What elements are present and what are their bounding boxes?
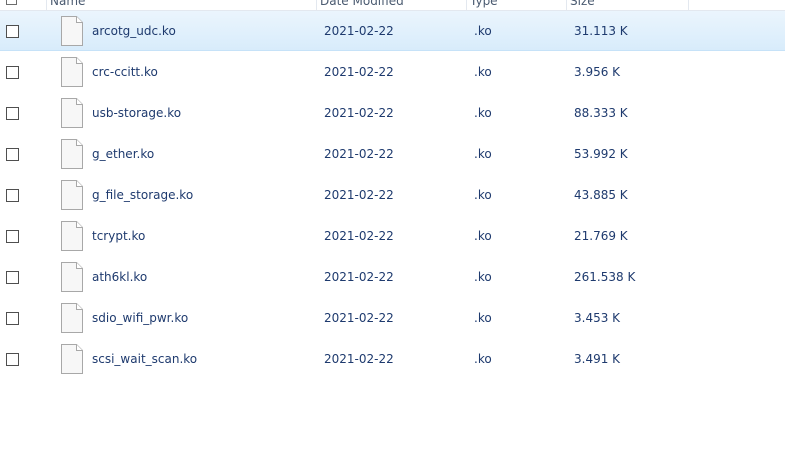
file-icon — [61, 16, 83, 46]
file-name: sdio_wifi_pwr.ko — [92, 311, 189, 325]
file-type: .ko — [474, 270, 492, 284]
file-row[interactable]: tcrypt.ko 2021-02-22 .ko 21.769 K — [0, 216, 785, 257]
file-type: .ko — [474, 311, 492, 325]
file-size: 261.538 K — [574, 270, 636, 284]
column-divider[interactable] — [466, 0, 467, 10]
row-checkbox[interactable] — [6, 107, 19, 120]
column-divider[interactable] — [316, 0, 317, 10]
file-row[interactable]: arcotg_udc.ko 2021-02-22 .ko 31.113 K — [0, 11, 785, 51]
file-list: Name Date Modified Type Size arcotg_udc.… — [0, 0, 785, 454]
file-size: 3.453 K — [574, 311, 621, 325]
row-checkbox[interactable] — [6, 25, 19, 38]
file-name: arcotg_udc.ko — [92, 24, 176, 38]
file-date-modified: 2021-02-22 — [324, 311, 394, 325]
file-type: .ko — [474, 65, 492, 79]
file-name: g_ether.ko — [92, 147, 155, 161]
column-header-date[interactable]: Date Modified — [318, 0, 404, 10]
column-header-size[interactable]: Size — [568, 0, 595, 10]
file-type: .ko — [474, 229, 492, 243]
file-size: 53.992 K — [574, 147, 628, 161]
file-date-modified: 2021-02-22 — [324, 106, 394, 120]
file-size: 21.769 K — [574, 229, 628, 243]
file-rows: arcotg_udc.ko 2021-02-22 .ko 31.113 K crc-cc… — [0, 11, 785, 380]
file-row[interactable]: sdio_wifi_pwr.ko 2021-02-22 .ko 3.453 K — [0, 298, 785, 339]
file-size: 88.333 K — [574, 106, 628, 120]
file-type: .ko — [474, 188, 492, 202]
column-header-name[interactable]: Name — [48, 0, 85, 10]
column-divider[interactable] — [46, 0, 47, 10]
row-checkbox[interactable] — [6, 66, 19, 79]
row-checkbox[interactable] — [6, 271, 19, 284]
file-size: 31.113 K — [574, 24, 628, 38]
file-icon — [61, 180, 83, 210]
file-row[interactable]: crc-ccitt.ko 2021-02-22 .ko 3.956 K — [0, 52, 785, 93]
file-name: g_file_storage.ko — [92, 188, 194, 202]
row-checkbox[interactable] — [6, 353, 19, 366]
row-checkbox[interactable] — [6, 312, 19, 325]
file-date-modified: 2021-02-22 — [324, 352, 394, 366]
select-all-checkbox[interactable] — [6, 0, 17, 5]
file-name: usb-storage.ko — [92, 106, 182, 120]
file-icon — [61, 57, 83, 87]
file-name: tcrypt.ko — [92, 229, 146, 243]
file-date-modified: 2021-02-22 — [324, 65, 394, 79]
column-divider[interactable] — [688, 0, 689, 10]
file-name: crc-ccitt.ko — [92, 65, 158, 79]
file-row[interactable]: g_ether.ko 2021-02-22 .ko 53.992 K — [0, 134, 785, 175]
column-header-type[interactable]: Type — [468, 0, 498, 10]
file-type: .ko — [474, 352, 492, 366]
file-date-modified: 2021-02-22 — [324, 270, 394, 284]
row-checkbox[interactable] — [6, 148, 19, 161]
file-type: .ko — [474, 106, 492, 120]
file-date-modified: 2021-02-22 — [324, 147, 394, 161]
file-date-modified: 2021-02-22 — [324, 24, 394, 38]
file-type: .ko — [474, 147, 492, 161]
file-date-modified: 2021-02-22 — [324, 188, 394, 202]
file-icon — [61, 98, 83, 128]
file-name: scsi_wait_scan.ko — [92, 352, 198, 366]
file-date-modified: 2021-02-22 — [324, 229, 394, 243]
file-row[interactable]: scsi_wait_scan.ko 2021-02-22 .ko 3.491 K — [0, 339, 785, 380]
file-type: .ko — [474, 24, 492, 38]
file-icon — [61, 139, 83, 169]
column-header-bar: Name Date Modified Type Size — [0, 0, 785, 11]
file-size: 3.491 K — [574, 352, 621, 366]
column-divider[interactable] — [566, 0, 567, 10]
file-icon — [61, 221, 83, 251]
file-size: 3.956 K — [574, 65, 621, 79]
file-row[interactable]: ath6kl.ko 2021-02-22 .ko 261.538 K — [0, 257, 785, 298]
row-checkbox[interactable] — [6, 189, 19, 202]
file-icon — [61, 344, 83, 374]
file-size: 43.885 K — [574, 188, 628, 202]
row-checkbox[interactable] — [6, 230, 19, 243]
file-icon — [61, 303, 83, 333]
file-name: ath6kl.ko — [92, 270, 148, 284]
file-row[interactable]: g_file_storage.ko 2021-02-22 .ko 43.885 K — [0, 175, 785, 216]
file-icon — [61, 262, 83, 292]
file-row[interactable]: usb-storage.ko 2021-02-22 .ko 88.333 K — [0, 93, 785, 134]
